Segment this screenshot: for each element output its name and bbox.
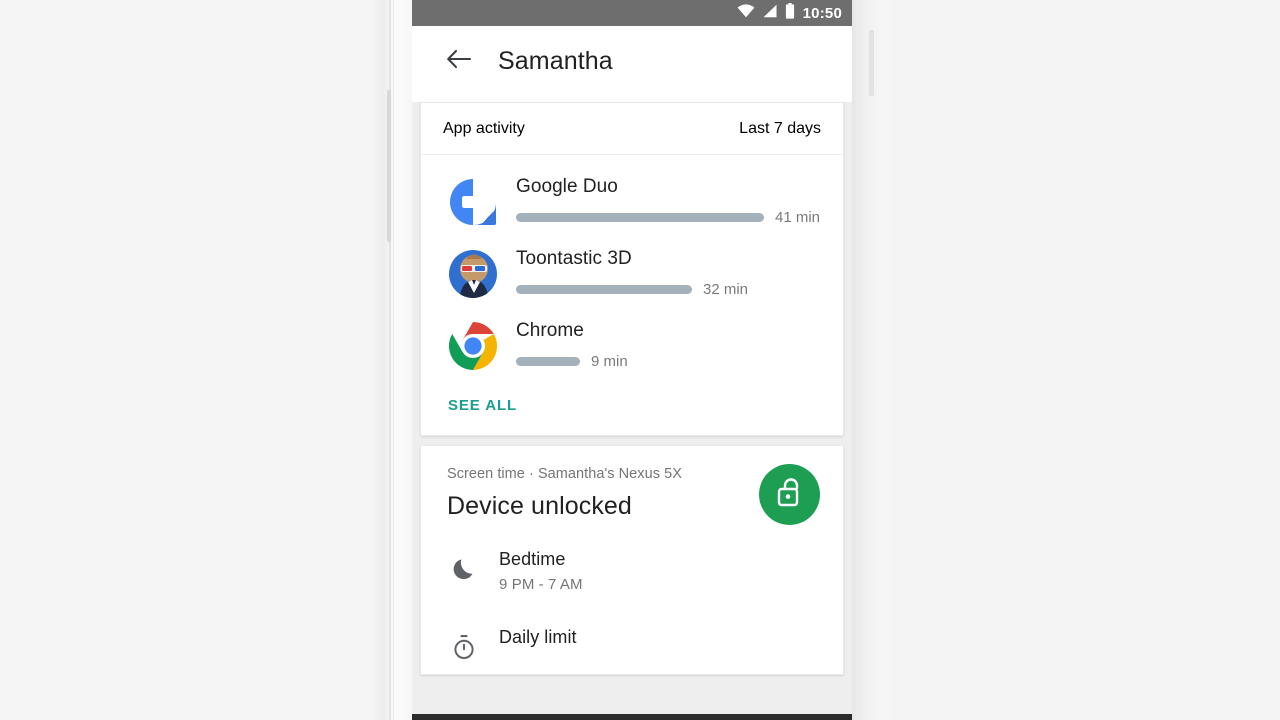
usage-label: 41 min — [775, 209, 821, 226]
bedtime-schedule: 9 PM - 7 AM — [499, 576, 583, 593]
back-button[interactable] — [442, 44, 476, 78]
daily-limit-text: Daily limit — [499, 627, 577, 648]
screen-time-header: Screen time · Samantha's Nexus 5X Device… — [421, 446, 843, 529]
app-activity-title: App activity — [443, 120, 525, 137]
screenshot-stage: 10:50 Samantha App activity Last 7 days … — [0, 0, 1280, 720]
lock-status-badge[interactable] — [759, 464, 820, 525]
status-bar-icons — [737, 2, 795, 24]
chrome-icon — [448, 321, 498, 371]
list-item[interactable]: Toontastic 3D 32 min — [421, 237, 843, 309]
app-activity-card: App activity Last 7 days Google Duo 41 m… — [420, 102, 844, 436]
device-left-edge-line-secondary — [393, 0, 394, 720]
app-name: Toontastic 3D — [516, 248, 632, 269]
background-left — [0, 0, 412, 720]
usage-bar — [516, 213, 764, 222]
screen-bottom-edge — [412, 714, 852, 720]
battery-icon — [785, 2, 795, 24]
status-bar: 10:50 — [412, 0, 852, 26]
status-bar-clock: 10:50 — [802, 4, 842, 22]
app-usage: 9 min — [516, 353, 821, 370]
usage-label: 9 min — [591, 353, 628, 370]
background-right — [852, 0, 1280, 720]
app-name: Chrome — [516, 320, 584, 341]
bedtime-text: Bedtime 9 PM - 7 AM — [499, 549, 583, 593]
page-title: Samantha — [498, 46, 613, 75]
volume-button[interactable] — [387, 90, 391, 242]
app-bar: Samantha — [412, 26, 852, 96]
screen-time-card: Screen time · Samantha's Nexus 5X Device… — [420, 445, 844, 675]
usage-bar — [516, 285, 692, 294]
app-usage: 32 min — [516, 281, 821, 298]
wifi-icon — [737, 3, 755, 23]
app-activity-range: Last 7 days — [739, 120, 821, 137]
list-item-daily-limit[interactable]: Daily limit — [421, 605, 843, 674]
app-activity-list: Google Duo 41 min Toontastic 3D 32 min C… — [421, 155, 843, 381]
list-item[interactable]: Chrome 9 min — [421, 309, 843, 381]
device-body-right-bezel — [852, 0, 896, 720]
unlocked-padlock-icon — [774, 475, 806, 514]
app-info: Toontastic 3D 32 min — [516, 247, 821, 298]
app-name: Google Duo — [516, 176, 618, 197]
app-info: Google Duo 41 min — [516, 175, 821, 226]
daily-limit-title: Daily limit — [499, 627, 577, 647]
usage-label: 32 min — [703, 281, 749, 298]
see-all-button[interactable]: SEE ALL — [448, 397, 517, 414]
list-item[interactable]: Google Duo 41 min — [421, 165, 843, 237]
content-area: App activity Last 7 days Google Duo 41 m… — [412, 102, 852, 716]
power-button[interactable] — [869, 30, 874, 96]
bedtime-title: Bedtime — [499, 549, 566, 569]
usage-bar — [516, 357, 580, 366]
crescent-moon-icon — [449, 554, 479, 584]
device-right-edge-line — [856, 0, 858, 720]
app-info: Chrome 9 min — [516, 319, 821, 370]
toontastic-3d-icon — [448, 249, 498, 299]
cellular-signal-icon — [762, 4, 778, 23]
google-duo-icon — [448, 177, 498, 227]
app-activity-header: App activity Last 7 days — [421, 103, 843, 155]
stopwatch-icon — [449, 632, 479, 662]
list-item-bedtime[interactable]: Bedtime 9 PM - 7 AM — [421, 529, 843, 605]
see-all-container: SEE ALL — [421, 381, 843, 435]
phone-screen: 10:50 Samantha App activity Last 7 days … — [412, 0, 852, 716]
app-usage: 41 min — [516, 209, 821, 226]
back-arrow-icon — [446, 48, 472, 75]
